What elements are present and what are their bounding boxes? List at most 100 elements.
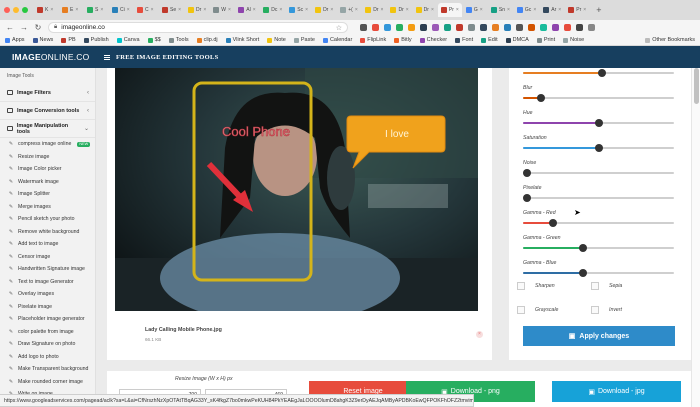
- close-icon[interactable]: ×: [75, 7, 78, 13]
- close-icon[interactable]: ×: [127, 7, 130, 13]
- slider-track[interactable]: [523, 144, 674, 152]
- sidebar-tool-link[interactable]: ✎ Resize image: [0, 151, 95, 164]
- slider-knob[interactable]: [549, 219, 558, 227]
- close-icon[interactable]: ×: [178, 7, 181, 13]
- browser-tab[interactable]: Ci ×: [109, 3, 133, 17]
- bookmark-item[interactable]: Apps: [5, 37, 25, 43]
- browser-tab[interactable]: G ×: [463, 3, 487, 17]
- address-bar[interactable]: 🔒︎ imageonline.co ☆: [48, 22, 348, 33]
- bookmark-item[interactable]: Noise: [563, 37, 584, 43]
- extension-icon[interactable]: [396, 24, 403, 31]
- extension-icon[interactable]: [360, 24, 367, 31]
- scrollbar-thumb[interactable]: [694, 68, 699, 104]
- checkbox[interactable]: [517, 282, 525, 290]
- sidebar-tool-link[interactable]: ✎ Make rounded corner image: [0, 376, 95, 389]
- slider-track[interactable]: [523, 94, 674, 102]
- back-icon[interactable]: ←: [6, 23, 14, 32]
- close-window-button[interactable]: [4, 7, 10, 13]
- close-icon[interactable]: ×: [507, 7, 510, 13]
- bookmark-item[interactable]: Note: [267, 37, 286, 43]
- other-bookmarks[interactable]: Other Bookmarks: [645, 37, 695, 43]
- sidebar-tool-link[interactable]: ✎ Image Color picker: [0, 163, 95, 176]
- browser-tab[interactable]: C ×: [134, 3, 158, 17]
- extension-icon[interactable]: [456, 24, 463, 31]
- slider-knob[interactable]: [579, 269, 588, 277]
- close-icon[interactable]: ×: [381, 7, 384, 13]
- bookmark-item[interactable]: News: [32, 37, 53, 43]
- slider-knob[interactable]: [523, 194, 531, 202]
- slider-knob[interactable]: [579, 244, 588, 252]
- close-icon[interactable]: ×: [480, 7, 483, 13]
- sidebar-tool-link[interactable]: ✎ Image Splitter: [0, 188, 95, 201]
- sidebar-tool-link[interactable]: ✎ color palette from image: [0, 326, 95, 339]
- minimize-window-button[interactable]: [13, 7, 19, 13]
- extension-icon[interactable]: [432, 24, 439, 31]
- checkbox-option[interactable]: Sepia: [591, 282, 622, 290]
- close-icon[interactable]: ×: [583, 7, 586, 13]
- site-logo[interactable]: IMAGEONLINE.CO: [0, 52, 96, 62]
- apply-changes-button[interactable]: ▣ Apply changes: [523, 326, 675, 346]
- slider-track[interactable]: [523, 194, 674, 202]
- extension-icon[interactable]: [552, 24, 559, 31]
- bookmark-item[interactable]: Calendar: [322, 37, 352, 43]
- close-icon[interactable]: ×: [100, 7, 103, 13]
- bookmark-item[interactable]: Bitly: [394, 37, 412, 43]
- slider-knob[interactable]: [537, 94, 546, 102]
- browser-tab[interactable]: Al ×: [235, 3, 259, 17]
- bookmark-item[interactable]: Tools: [168, 37, 189, 43]
- extension-icon[interactable]: [564, 24, 571, 31]
- page-scrollbar[interactable]: [691, 68, 700, 407]
- close-icon[interactable]: ×: [203, 7, 206, 13]
- extension-icon[interactable]: [372, 24, 379, 31]
- sidebar-section-toggle[interactable]: Image Filters ‹: [0, 84, 95, 102]
- browser-tab[interactable]: Dr ×: [387, 3, 411, 17]
- close-icon[interactable]: ×: [50, 7, 53, 13]
- sidebar-tool-link[interactable]: ✎ Overlay images: [0, 288, 95, 301]
- extension-icon[interactable]: [408, 24, 415, 31]
- browser-tab[interactable]: Pr ×: [565, 3, 589, 17]
- sidebar-tool-link[interactable]: ✎ compress image online NEW: [0, 138, 95, 151]
- close-icon[interactable]: ×: [253, 7, 256, 13]
- sidebar-tool-link[interactable]: ✎ Censor image: [0, 251, 95, 264]
- close-icon[interactable]: ×: [456, 7, 459, 13]
- slider-track[interactable]: [523, 119, 674, 127]
- sidebar-tool-link[interactable]: ✎ Merge images: [0, 201, 95, 214]
- maximize-window-button[interactable]: [22, 7, 28, 13]
- slider-track[interactable]: [523, 269, 674, 277]
- slider-knob[interactable]: [523, 169, 531, 177]
- extension-icon[interactable]: [468, 24, 475, 31]
- slider-knob[interactable]: [594, 119, 603, 127]
- sidebar-section-toggle[interactable]: Image Manipulation tools ⌄: [0, 120, 95, 138]
- browser-tab[interactable]: Pr ×: [437, 3, 462, 17]
- browser-tab[interactable]: Se ×: [159, 3, 184, 17]
- close-icon[interactable]: ×: [558, 7, 561, 13]
- reload-icon[interactable]: ↻: [34, 23, 42, 32]
- extension-icon[interactable]: [420, 24, 427, 31]
- bookmark-item[interactable]: Print: [536, 37, 555, 43]
- browser-tab[interactable]: Gc ×: [514, 3, 539, 17]
- bookmark-item[interactable]: Checker: [419, 37, 447, 43]
- sidebar-tool-link[interactable]: ✎ Draw Signature on photo: [0, 338, 95, 351]
- close-icon[interactable]: ×: [406, 7, 409, 13]
- slider-track[interactable]: [523, 169, 674, 177]
- browser-tab[interactable]: +(×: [337, 3, 361, 17]
- browser-tab[interactable]: K ×: [34, 3, 58, 17]
- slider-track[interactable]: [523, 244, 674, 252]
- download-jpg-button[interactable]: ▣ Download - jpg: [552, 381, 681, 402]
- bookmark-star-icon[interactable]: ☆: [336, 24, 342, 32]
- sidebar-tool-link[interactable]: ✎ Watermark image: [0, 176, 95, 189]
- sidebar-tool-link[interactable]: ✎ Add text to image: [0, 238, 95, 251]
- extension-icon[interactable]: [504, 24, 511, 31]
- sidebar-tool-link[interactable]: ✎ Pixelate image: [0, 301, 95, 314]
- browser-tab[interactable]: Dr ×: [362, 3, 386, 17]
- sidebar-section-toggle[interactable]: Image Conversion tools ‹: [0, 102, 95, 120]
- browser-tab[interactable]: Sn ×: [488, 3, 513, 17]
- close-icon[interactable]: ×: [279, 7, 282, 13]
- bookmark-item[interactable]: FlipLink: [360, 37, 386, 43]
- sidebar-tool-link[interactable]: ✎ Handwritten Signature image: [0, 263, 95, 276]
- bookmark-item[interactable]: clip.dj: [196, 37, 218, 43]
- sidebar-tool-link[interactable]: ✎ Add logo to photo: [0, 351, 95, 364]
- checkbox-option[interactable]: Invert: [591, 306, 622, 314]
- tools-menu-button[interactable]: FREE IMAGE EDITING TOOLS: [96, 54, 219, 61]
- browser-tab[interactable]: Dr ×: [185, 3, 209, 17]
